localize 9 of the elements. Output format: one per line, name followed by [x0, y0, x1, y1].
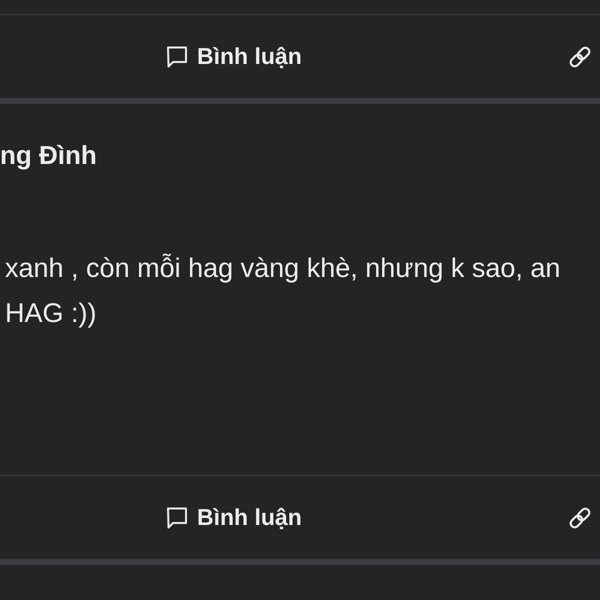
author-name[interactable]: ng Đình — [0, 141, 97, 169]
comment-button[interactable]: Bình luận — [166, 43, 302, 70]
comment-button[interactable]: Bình luận — [166, 504, 302, 531]
post-text-line: HAG :)) — [4, 297, 96, 330]
link-icon[interactable] — [568, 506, 592, 530]
post-text-line: xanh , còn mỗi hag vàng khè, nhưng k sao, an — [4, 252, 560, 285]
comment-icon — [166, 506, 188, 530]
link-icon[interactable] — [568, 44, 592, 68]
comment-icon — [166, 44, 188, 68]
